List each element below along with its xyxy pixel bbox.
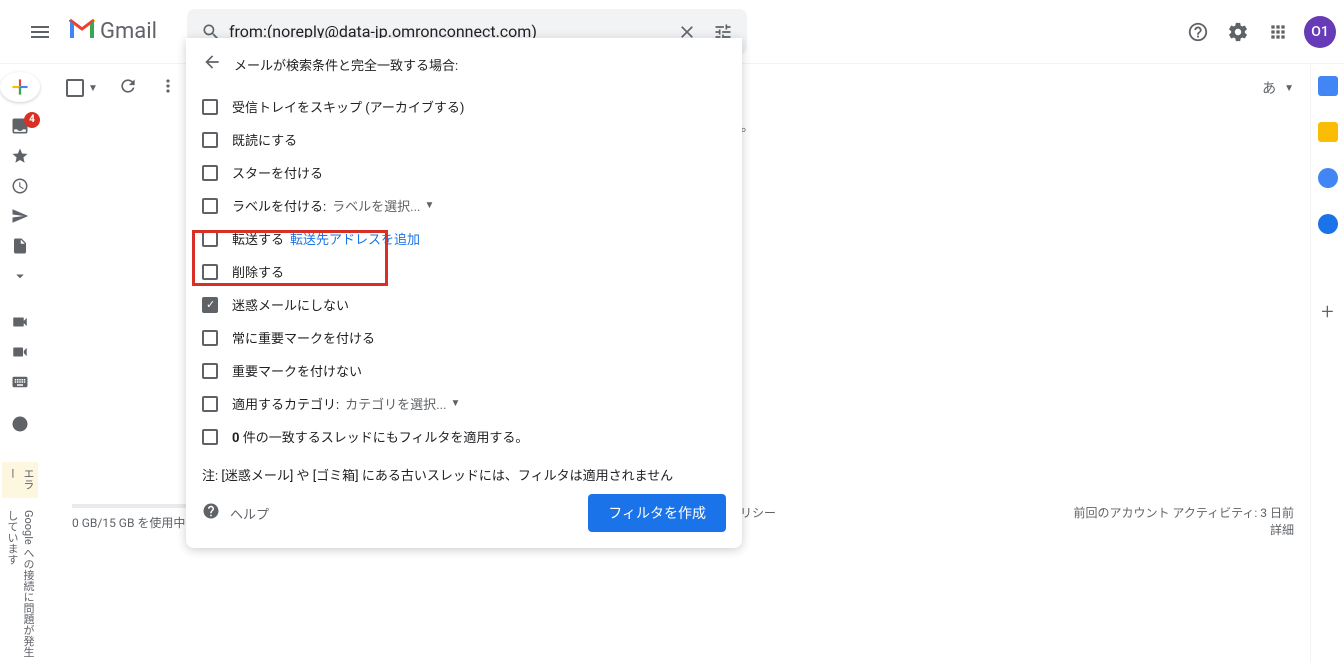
right-sidebar: + xyxy=(1310,64,1344,662)
videocam-icon xyxy=(11,313,29,331)
videocam2-icon xyxy=(11,343,29,361)
refresh-icon xyxy=(118,76,138,96)
back-button[interactable] xyxy=(202,52,222,76)
always-important-label: 常に重要マークを付ける xyxy=(232,328,375,347)
storage-text: 0 GB/15 GB を使用中 xyxy=(72,516,185,530)
create-filter-button[interactable]: フィルタを作成 xyxy=(588,494,726,532)
chevron-down-icon xyxy=(11,267,29,285)
filter-title: メールが検索条件と完全一致する場合: xyxy=(234,55,458,74)
star-label: スターを付ける xyxy=(232,163,323,182)
error-label: エラー xyxy=(2,462,38,499)
keyboard-nav[interactable] xyxy=(4,370,36,394)
clock-icon xyxy=(11,177,29,195)
keep-app[interactable] xyxy=(1318,122,1338,142)
gmail-logo[interactable]: Gmail xyxy=(68,18,157,46)
account-avatar[interactable]: O1 xyxy=(1304,16,1336,48)
category-dropdown-icon[interactable]: ▼ xyxy=(450,398,460,409)
apply-label-checkbox[interactable] xyxy=(202,198,218,214)
tasks-app[interactable] xyxy=(1318,168,1338,188)
categorize-checkbox[interactable] xyxy=(202,396,218,412)
label-dropdown-icon[interactable]: ▼ xyxy=(424,200,434,211)
settings-button[interactable] xyxy=(1218,12,1258,52)
skip-inbox-label: 受信トレイをスキップ (アーカイブする) xyxy=(232,97,464,116)
never-important-label: 重要マークを付けない xyxy=(232,361,362,380)
connection-msg: Google への接続に問題が発生しています xyxy=(4,510,36,661)
more-nav[interactable] xyxy=(4,264,36,288)
support-button[interactable] xyxy=(1178,12,1218,52)
help-circle-icon xyxy=(202,502,220,520)
skip-inbox-checkbox[interactable] xyxy=(202,99,218,115)
refresh-button[interactable] xyxy=(118,76,138,100)
contacts-app[interactable] xyxy=(1318,214,1338,234)
chat-icon xyxy=(11,415,29,433)
input-dropdown[interactable]: ▼ xyxy=(1284,83,1294,94)
snoozed-nav[interactable] xyxy=(4,174,36,198)
help-icon[interactable] xyxy=(202,502,220,524)
apply-existing-checkbox[interactable] xyxy=(202,429,218,445)
drafts-nav[interactable] xyxy=(4,234,36,258)
activity-text: 前回のアカウント アクティビティ: 3 日前 xyxy=(1073,504,1294,521)
arrow-back-icon xyxy=(202,52,222,72)
gear-icon xyxy=(1227,21,1249,43)
apps-button[interactable] xyxy=(1258,12,1298,52)
plus-icon xyxy=(7,74,33,100)
never-spam-checkbox[interactable] xyxy=(202,297,218,313)
meet-new-nav[interactable] xyxy=(4,310,36,334)
hamburger-icon xyxy=(28,20,52,44)
apps-grid-icon xyxy=(1268,22,1288,42)
calendar-app[interactable] xyxy=(1318,76,1338,96)
apply-label-label: ラベルを付ける: xyxy=(232,196,326,215)
help-icon xyxy=(1187,21,1209,43)
main-menu-button[interactable] xyxy=(16,8,64,56)
category-select[interactable]: カテゴリを選択... xyxy=(345,394,446,413)
filter-panel: メールが検索条件と完全一致する場合: 受信トレイをスキップ (アーカイブする) … xyxy=(186,38,742,548)
highlight-annotation xyxy=(192,230,388,286)
categorize-label: 適用するカテゴリ: xyxy=(232,394,339,413)
star-checkbox[interactable] xyxy=(202,165,218,181)
inbox-nav[interactable]: 4 xyxy=(4,114,36,138)
file-icon xyxy=(11,237,29,255)
add-app-button[interactable]: + xyxy=(1321,300,1333,325)
compose-button[interactable] xyxy=(0,72,40,102)
never-important-checkbox[interactable] xyxy=(202,363,218,379)
input-indicator[interactable]: あ xyxy=(1262,78,1276,98)
select-all-checkbox[interactable] xyxy=(66,79,84,97)
starred-nav[interactable] xyxy=(4,144,36,168)
select-dropdown[interactable]: ▼ xyxy=(88,83,98,94)
help-link[interactable]: ヘルプ xyxy=(230,504,269,523)
send-icon xyxy=(11,207,29,225)
filter-note: 注: [迷惑メール] や [ゴミ箱] にある古いスレッドには、フィルタは適用され… xyxy=(202,465,726,484)
more-button[interactable] xyxy=(158,76,178,100)
gmail-logo-text: Gmail xyxy=(100,19,157,44)
inbox-badge: 4 xyxy=(24,112,40,128)
footer-activity: 前回のアカウント アクティビティ: 3 日前 詳細 xyxy=(1073,504,1294,538)
more-vert-icon xyxy=(158,76,178,96)
never-spam-label: 迷惑メールにしない xyxy=(232,295,349,314)
label-select[interactable]: ラベルを選択... xyxy=(332,196,420,215)
mark-read-checkbox[interactable] xyxy=(202,132,218,148)
mark-read-label: 既読にする xyxy=(232,130,297,149)
hangouts-nav[interactable] xyxy=(4,412,36,436)
always-important-checkbox[interactable] xyxy=(202,330,218,346)
left-sidebar: 4 エラー Google への接続に問題が発生しています xyxy=(0,64,40,662)
gmail-m-icon xyxy=(68,18,96,46)
sent-nav[interactable] xyxy=(4,204,36,228)
meet-join-nav[interactable] xyxy=(4,340,36,364)
star-icon xyxy=(11,147,29,165)
keyboard-icon xyxy=(11,373,29,391)
apply-existing-label: 0 件の一致するスレッドにもフィルタを適用する。 xyxy=(232,427,528,446)
details-link[interactable]: 詳細 xyxy=(1073,521,1294,538)
